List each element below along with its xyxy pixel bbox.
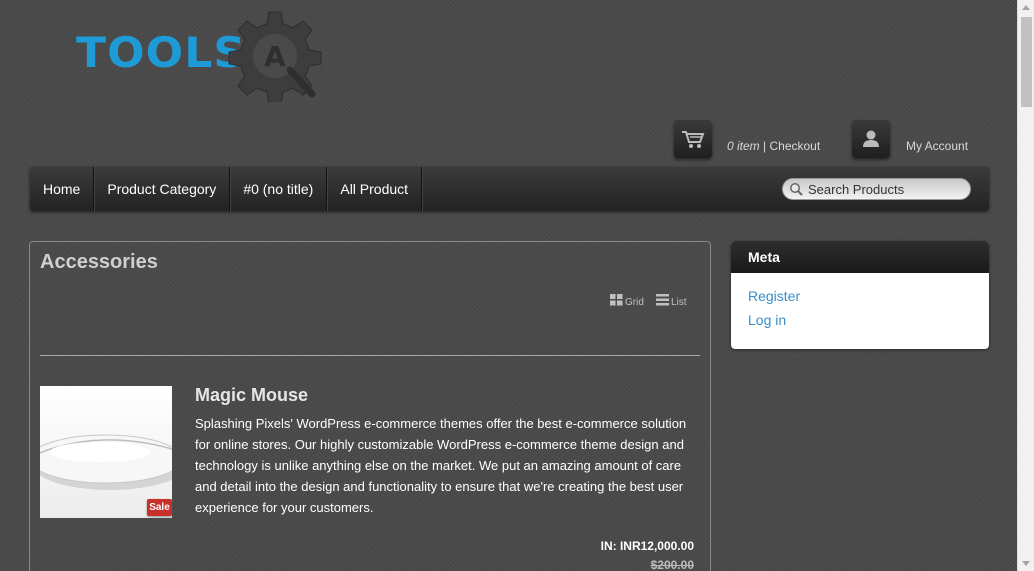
site-logo[interactable]: TOOLS A (74, 10, 334, 102)
search-icon[interactable] (789, 182, 803, 196)
vertical-scrollbar[interactable] (1017, 0, 1034, 571)
scroll-thumb[interactable] (1021, 17, 1032, 107)
search-box (782, 178, 971, 200)
divider (40, 355, 700, 356)
product-old-price: $200.00 (650, 558, 694, 571)
account-button[interactable] (852, 120, 890, 158)
product-category-panel: Accessories Grid List Sale Magic Mouse S… (29, 241, 711, 571)
list-view-label: List (671, 297, 687, 308)
grid-view-toggle[interactable]: Grid (610, 292, 644, 308)
product-price: IN: INR12,000.00 (600, 539, 694, 553)
sale-badge: Sale (147, 499, 172, 516)
cart-separator: | (759, 139, 770, 153)
product-image[interactable]: Sale (40, 386, 172, 518)
nav-item-no-title[interactable]: #0 (no title) (230, 167, 328, 211)
meta-widget-title: Meta (731, 241, 989, 273)
cart-button[interactable] (674, 120, 712, 158)
meta-widget: Meta Register Log in (731, 241, 989, 349)
checkout-link[interactable]: Checkout (769, 139, 820, 153)
nav-item-product-category[interactable]: Product Category (94, 167, 231, 211)
product-description: Splashing Pixels' WordPress e-commerce t… (195, 416, 687, 515)
main-navigation: Home Product Category #0 (no title) All … (30, 167, 989, 211)
grid-icon (610, 294, 623, 306)
list-icon (656, 294, 669, 306)
search-input[interactable] (808, 181, 963, 197)
cart-summary: 0 item | Checkout (727, 139, 820, 153)
nav-item-all-product[interactable]: All Product (327, 167, 423, 211)
list-view-toggle[interactable]: List (656, 292, 687, 308)
page-title: Accessories (40, 251, 158, 273)
logo-text: TOOLS (76, 28, 247, 77)
scroll-down-arrow-icon[interactable] (1022, 561, 1030, 566)
cart-icon (682, 131, 705, 148)
user-icon (863, 130, 879, 147)
register-link[interactable]: Register (748, 288, 989, 304)
cart-count: 0 item (727, 139, 760, 153)
gear-logo-icon: A (228, 11, 322, 102)
my-account-link[interactable]: My Account (906, 139, 968, 153)
login-link[interactable]: Log in (748, 312, 989, 328)
scroll-up-arrow-icon[interactable] (1022, 5, 1030, 10)
grid-view-label: Grid (625, 297, 644, 308)
nav-item-home[interactable]: Home (30, 167, 95, 211)
product-title-link[interactable]: Magic Mouse (195, 385, 308, 406)
svg-text:A: A (264, 40, 286, 73)
